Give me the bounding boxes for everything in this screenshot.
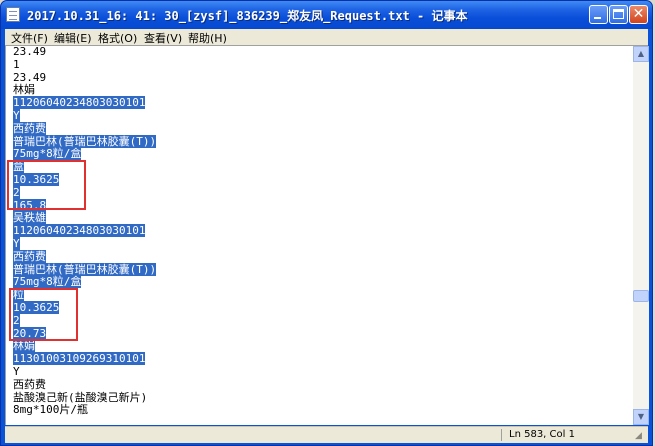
selected-text: 75mg*8粒/盒 [13, 275, 82, 289]
menu-view[interactable]: 查看(V) [144, 30, 182, 46]
line-text: Y [13, 364, 20, 378]
text-editor[interactable]: 23.49 1 23.49 林娟 11206040234803030101 Y 西药费 普瑞巴… [5, 45, 649, 425]
selected-text: 粒 [13, 288, 24, 302]
text-line[interactable]: 75mg*8粒/盒 [13, 147, 623, 161]
selected-text: 165.8 [13, 198, 47, 212]
selected-text: 普瑞巴林(普瑞巴林胶囊(T)) [13, 262, 157, 276]
maximize-icon [613, 9, 624, 19]
line-text: 8mg*100片/瓶 [13, 403, 88, 417]
selected-text: 11206040234803030101 [13, 224, 146, 238]
line-text: 西药费 [13, 377, 46, 391]
selected-text: 20.73 [13, 326, 47, 340]
line-text: 23.49 [13, 70, 47, 84]
selected-text: 盒 [13, 160, 24, 174]
resize-grip-icon[interactable]: ◢ [635, 431, 646, 442]
menu-help[interactable]: 帮助(H) [188, 30, 227, 46]
cursor-position: Ln 583, Col 1 [509, 429, 575, 440]
selected-text: 2 [13, 185, 20, 199]
selected-text: Y [13, 236, 20, 250]
selected-text: 11301003109269310101 [13, 352, 146, 366]
selected-text: Y [13, 108, 20, 122]
scroll-down-button[interactable]: ▼ [633, 409, 649, 425]
selected-text: 11206040234803030101 [13, 96, 146, 110]
text-line[interactable]: 11206040234803030101 [13, 96, 623, 110]
text-line[interactable]: 粒 [13, 288, 623, 302]
text-line[interactable]: 盒 [13, 160, 623, 174]
status-bar: Ln 583, Col 1 ◢ [5, 426, 648, 443]
scroll-up-button[interactable]: ▲ [633, 46, 649, 62]
notepad-window: 2017.10.31_16: 41: 30_[zysf]_836239_郑友凤_… [0, 0, 653, 446]
scroll-thumb[interactable] [633, 290, 649, 302]
maximize-button[interactable] [609, 5, 628, 24]
line-text: 1 [13, 57, 20, 71]
window-title: 2017.10.31_16: 41: 30_[zysf]_836239_郑友凤_… [27, 9, 468, 23]
close-icon: ✕ [632, 6, 645, 22]
menu-format[interactable]: 格式(O) [98, 30, 137, 46]
editor-content[interactable]: 23.49 1 23.49 林娟 11206040234803030101 Y 西药费 普瑞巴… [13, 45, 623, 417]
line-text: 林娟 [13, 83, 35, 97]
status-divider [501, 429, 502, 441]
selected-text: 2 [13, 313, 20, 327]
text-line[interactable]: 2 [13, 313, 623, 328]
minimize-icon [594, 17, 601, 19]
text-line[interactable]: 10.3625 [13, 172, 623, 187]
text-line[interactable]: 10.3625 [13, 300, 623, 315]
text-line[interactable]: 2 [13, 185, 623, 200]
text-line[interactable]: 西药费 [13, 121, 623, 136]
selected-text: 西药费 [13, 121, 46, 135]
selected-text: 普瑞巴林(普瑞巴林胶囊(T)) [13, 134, 157, 148]
text-line[interactable]: 1 [13, 57, 623, 72]
menu-file[interactable]: 文件(F) [11, 30, 48, 46]
text-line[interactable]: 23.49 [13, 45, 623, 59]
line-text: 盐酸溴己新(盐酸溴己新片) [13, 390, 148, 404]
selected-text: 西药费 [13, 249, 46, 263]
selected-text: 10.3625 [13, 300, 60, 314]
selected-text: 75mg*8粒/盒 [13, 147, 82, 161]
text-line[interactable]: 11206040234803030101 [13, 224, 623, 238]
text-line[interactable]: Y [13, 108, 623, 123]
selected-text: 林娟 [13, 339, 35, 353]
menu-bar: 文件(F) 编辑(E) 格式(O) 查看(V) 帮助(H) [5, 29, 648, 45]
text-line[interactable]: 普瑞巴林(普瑞巴林胶囊(T)) [13, 134, 623, 149]
text-line[interactable]: Y [13, 236, 623, 251]
text-line[interactable]: 11301003109269310101 [13, 352, 623, 366]
notepad-icon[interactable] [6, 7, 20, 22]
text-line[interactable]: 8mg*100片/瓶 [13, 403, 623, 417]
close-button[interactable]: ✕ [629, 5, 648, 24]
minimize-button[interactable] [589, 5, 608, 24]
text-line[interactable]: 75mg*8粒/盒 [13, 275, 623, 289]
line-text: 23.49 [13, 45, 47, 58]
selected-text: 吴秩雄 [13, 211, 46, 225]
text-line[interactable]: 20.73 [13, 326, 623, 341]
text-line[interactable]: 165.8 [13, 198, 623, 213]
text-line[interactable]: 23.49 [13, 70, 623, 85]
text-line[interactable]: 盐酸溴己新(盐酸溴己新片) [13, 390, 623, 405]
menu-edit[interactable]: 编辑(E) [54, 30, 92, 46]
text-line[interactable]: 西药费 [13, 249, 623, 264]
text-line[interactable]: 普瑞巴林(普瑞巴林胶囊(T)) [13, 262, 623, 277]
vertical-scrollbar[interactable]: ▲ ▼ [633, 46, 649, 425]
text-line[interactable]: Y [13, 364, 623, 379]
selected-text: 10.3625 [13, 172, 60, 186]
title-bar[interactable]: 2017.10.31_16: 41: 30_[zysf]_836239_郑友凤_… [1, 1, 652, 29]
